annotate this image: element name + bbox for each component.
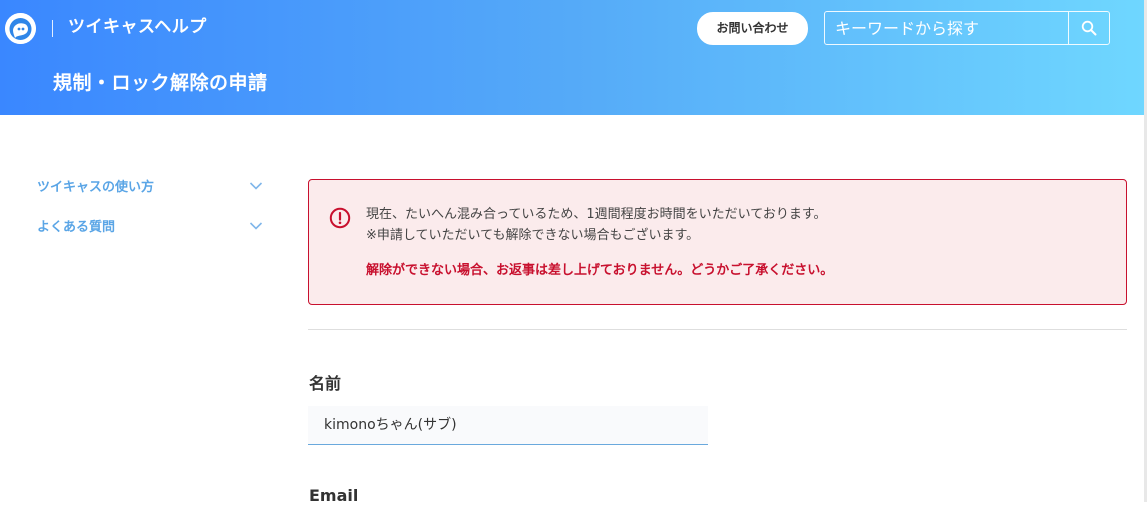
name-field[interactable]: kimonoちゃん(サブ) bbox=[308, 406, 708, 445]
alert-circle-icon bbox=[329, 207, 351, 229]
contact-button[interactable]: お問い合わせ bbox=[697, 12, 808, 45]
site-title[interactable]: ツイキャスヘルプ bbox=[68, 16, 207, 38]
sidebar-item-label: よくある質問 bbox=[37, 220, 116, 235]
notice-text-line: ※申請していただいても解除できない場合もございます。 bbox=[366, 228, 700, 243]
header-divider bbox=[52, 20, 53, 37]
section-divider bbox=[308, 329, 1127, 330]
notice-warning-text: 解除ができない場合、お返事は差し上げておりません。どうかご了承ください。 bbox=[366, 263, 834, 278]
notice-alert: 現在、たいへん混み合っているため、1週間程度お時間をいただいております。 ※申請… bbox=[308, 179, 1127, 305]
chevron-down-icon[interactable] bbox=[249, 221, 263, 231]
sidebar-item-label: ツイキャスの使い方 bbox=[37, 180, 155, 195]
chevron-down-icon[interactable] bbox=[249, 181, 263, 191]
notice-text-line: 現在、たいへん混み合っているため、1週間程度お時間をいただいております。 bbox=[366, 207, 827, 222]
search-input[interactable] bbox=[825, 12, 1069, 44]
page-title: 規制・ロック解除の申請 bbox=[53, 72, 268, 94]
sidebar-item-faq[interactable]: よくある質問 bbox=[37, 218, 267, 242]
sidebar-item-how-to-use[interactable]: ツイキャスの使い方 bbox=[37, 178, 267, 202]
search-box bbox=[824, 11, 1110, 45]
name-label: 名前 bbox=[309, 374, 342, 393]
search-button[interactable] bbox=[1068, 12, 1109, 44]
header-bar: ツイキャスヘルプ お問い合わせ 規制・ロック解除の申請 bbox=[0, 0, 1147, 115]
email-label: Email bbox=[309, 486, 359, 505]
search-icon bbox=[1081, 20, 1097, 36]
twitcasting-logo-icon[interactable] bbox=[5, 13, 36, 44]
